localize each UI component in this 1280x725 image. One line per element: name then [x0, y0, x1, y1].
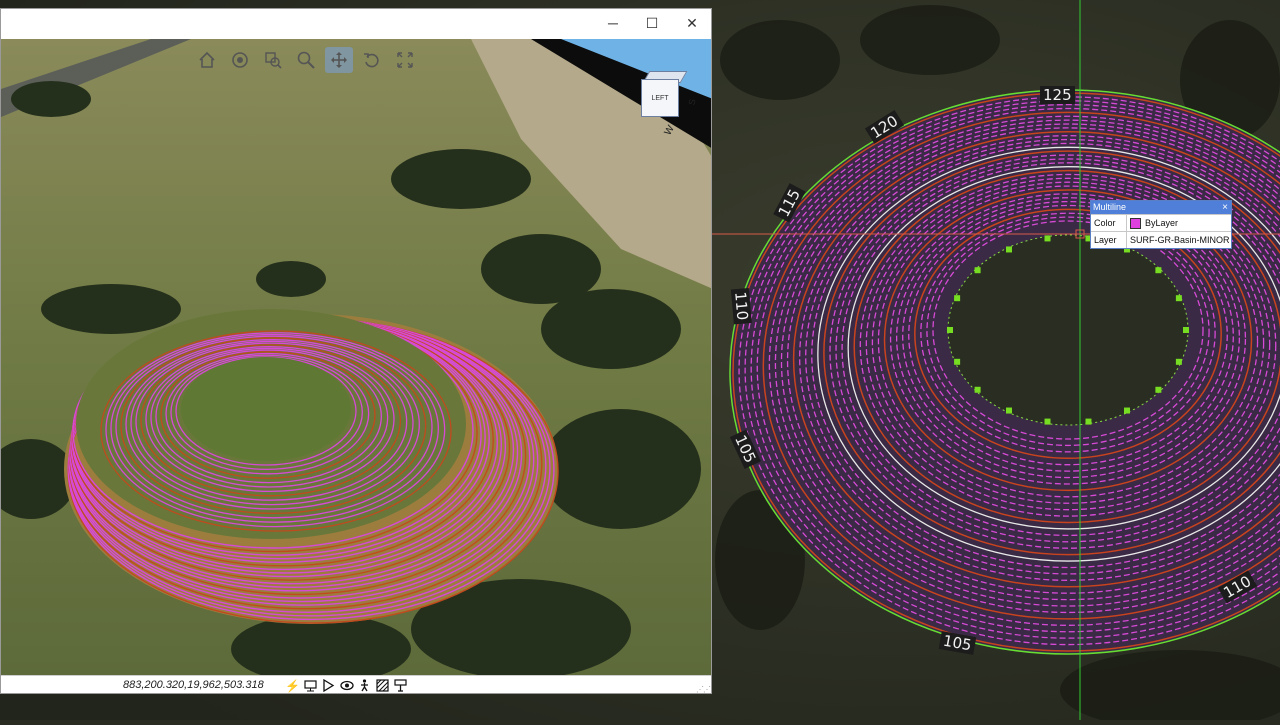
grip-marker	[947, 327, 953, 333]
section-icon[interactable]	[393, 678, 408, 693]
grip-marker	[1155, 267, 1162, 274]
orbit-icon[interactable]	[226, 47, 254, 73]
grip-marker	[1044, 418, 1051, 425]
property-key: Color	[1091, 215, 1127, 231]
color-swatch	[1130, 217, 1141, 229]
status-bar: 883,200.320,19,962,503.318 ⚡ ⋰⋰	[1, 675, 711, 693]
close-button[interactable]: ✕	[677, 13, 707, 33]
tooltip-header: Multiline ×	[1091, 201, 1231, 214]
coordinate-readout: 883,200.320,19,962,503.318	[123, 679, 264, 691]
zoom-icon[interactable]	[292, 47, 320, 73]
grip-marker	[1044, 235, 1051, 242]
grip-marker	[954, 358, 961, 365]
camera-icon[interactable]	[303, 678, 318, 693]
grip-marker	[1155, 386, 1162, 393]
lightning-icon[interactable]: ⚡	[285, 678, 300, 693]
grip-marker	[1006, 407, 1012, 414]
undo-view-icon[interactable]	[358, 47, 386, 73]
minimize-button[interactable]: ─	[598, 13, 628, 33]
property-row: Color ByLayer	[1091, 214, 1231, 231]
grip-marker	[1085, 418, 1092, 425]
color-value: ByLayer	[1145, 218, 1179, 228]
zoom-window-icon[interactable]	[259, 47, 287, 73]
grip-marker	[1175, 358, 1182, 365]
contour-label: 110	[730, 287, 752, 325]
grip-marker	[974, 267, 981, 274]
maximize-button[interactable]: ☐	[637, 13, 667, 33]
tooltip-title: Multiline	[1093, 202, 1127, 212]
grip-marker	[1175, 295, 1182, 302]
3d-scene[interactable]	[1, 39, 712, 675]
viewcube[interactable]: LEFT	[641, 79, 679, 117]
pan-icon[interactable]	[325, 47, 353, 73]
grip-marker	[974, 386, 981, 393]
quick-properties-tooltip[interactable]: Multiline × Color ByLayer Layer SURF-GR-…	[1090, 200, 1232, 249]
hatch-icon[interactable]	[375, 678, 390, 693]
grip-marker	[1124, 407, 1130, 414]
property-value[interactable]: SURF-GR-Basin-MINOR	[1127, 232, 1230, 248]
navigation-bar[interactable]	[193, 47, 419, 73]
grip-marker	[1183, 327, 1189, 333]
full-extents-icon[interactable]	[391, 47, 419, 73]
property-key: Layer	[1091, 232, 1127, 248]
home-icon[interactable]	[193, 47, 221, 73]
contour-label: 125	[1040, 86, 1075, 104]
grip-marker	[1006, 246, 1012, 253]
play-icon[interactable]	[321, 678, 336, 693]
property-row: Layer SURF-GR-Basin-MINOR	[1091, 231, 1231, 248]
grip-marker	[954, 295, 961, 302]
window-titlebar[interactable]: ─ ☐ ✕	[1, 9, 711, 39]
status-tools[interactable]: ⚡	[285, 678, 408, 693]
basin-bottom	[947, 234, 1189, 426]
eye-icon[interactable]	[339, 678, 354, 693]
walk-icon[interactable]	[357, 678, 372, 693]
resize-grip-icon[interactable]: ⋰⋰	[696, 685, 711, 693]
property-value[interactable]: ByLayer	[1127, 215, 1178, 231]
close-icon[interactable]: ×	[1222, 201, 1228, 214]
3d-viewer-window[interactable]: ─ ☐ ✕ LEFT S W 883,200.320,19,962,503.31…	[0, 8, 712, 694]
